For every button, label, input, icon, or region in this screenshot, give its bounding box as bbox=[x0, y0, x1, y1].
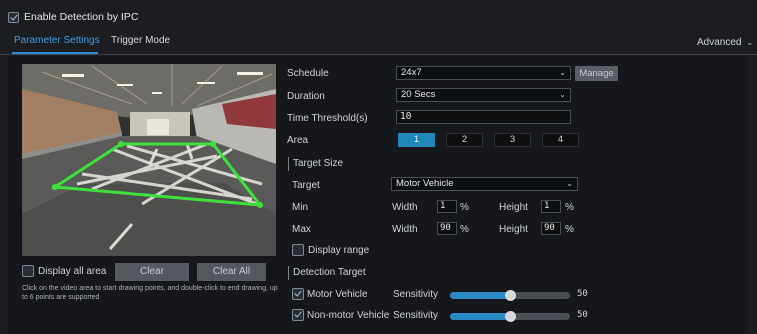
motor-vehicle-checkbox[interactable] bbox=[292, 288, 304, 300]
detection-target-title: Detection Target bbox=[288, 266, 366, 280]
display-range-row[interactable]: Display range bbox=[292, 244, 369, 256]
area-button-3[interactable]: 3 bbox=[494, 133, 531, 147]
schedule-select[interactable]: 24x7 ⌄ bbox=[396, 66, 571, 80]
target-label: Target bbox=[292, 180, 320, 191]
max-height-percent: % bbox=[565, 224, 574, 235]
schedule-label: Schedule bbox=[287, 68, 329, 79]
tab-trigger-mode[interactable]: Trigger Mode bbox=[111, 35, 170, 46]
motor-sensitivity-knob[interactable] bbox=[505, 290, 516, 301]
enable-detection-label: Enable Detection by IPC bbox=[24, 11, 139, 23]
clear-button[interactable]: Clear bbox=[115, 263, 189, 281]
manage-button[interactable]: Manage bbox=[575, 66, 618, 81]
parking-garage-scene bbox=[22, 64, 276, 256]
area-label: Area bbox=[287, 135, 309, 146]
target-size-title: Target Size bbox=[288, 157, 343, 171]
duration-label: Duration bbox=[287, 91, 325, 102]
motor-vehicle-row[interactable]: Motor Vehicle bbox=[292, 288, 368, 300]
non-motor-sensitivity-knob[interactable] bbox=[505, 311, 516, 322]
max-height-label: Height bbox=[499, 224, 528, 235]
min-height-input[interactable]: 1 bbox=[541, 200, 561, 213]
area-button-2[interactable]: 2 bbox=[446, 133, 483, 147]
duration-value: 20 Secs bbox=[401, 89, 436, 100]
video-preview[interactable] bbox=[22, 64, 276, 256]
duration-select[interactable]: 20 Secs ⌄ bbox=[396, 88, 571, 102]
display-range-label: Display range bbox=[308, 244, 370, 256]
motor-sensitivity-label: Sensitivity bbox=[393, 289, 439, 300]
tab-divider bbox=[0, 54, 757, 55]
chevron-down-icon[interactable]: ⌄ bbox=[746, 37, 754, 48]
non-motor-vehicle-checkbox[interactable] bbox=[292, 309, 304, 321]
enable-detection-checkbox[interactable] bbox=[8, 11, 19, 23]
target-select[interactable]: Motor Vehicle ⌄ bbox=[391, 177, 578, 191]
max-width-label: Width bbox=[392, 224, 418, 235]
area-button-1[interactable]: 1 bbox=[398, 133, 435, 147]
max-width-input[interactable]: 90 bbox=[437, 222, 457, 235]
min-width-percent: % bbox=[460, 202, 469, 213]
non-motor-sensitivity-label: Sensitivity bbox=[393, 310, 439, 321]
max-label: Max bbox=[292, 224, 311, 235]
non-motor-sensitivity-fill bbox=[450, 313, 510, 320]
display-range-checkbox[interactable] bbox=[292, 244, 304, 256]
drawing-hint: Click on the video area to start drawing… bbox=[22, 285, 278, 301]
min-width-label: Width bbox=[392, 202, 418, 213]
motor-vehicle-label: Motor Vehicle bbox=[307, 288, 368, 300]
chevron-down-icon: ⌄ bbox=[566, 179, 573, 188]
non-motor-sensitivity-slider[interactable] bbox=[450, 311, 570, 322]
chevron-down-icon: ⌄ bbox=[559, 68, 566, 77]
non-motor-vehicle-label: Non-motor Vehicle bbox=[307, 309, 390, 321]
time-threshold-input[interactable]: 10 bbox=[396, 110, 571, 124]
motor-sensitivity-fill bbox=[450, 292, 510, 299]
motor-sensitivity-value: 50 bbox=[577, 289, 588, 299]
min-width-input[interactable]: 1 bbox=[437, 200, 457, 213]
target-value: Motor Vehicle bbox=[396, 178, 454, 189]
enable-detection-row[interactable]: Enable Detection by IPC bbox=[8, 11, 138, 23]
advanced-dropdown[interactable]: Advanced bbox=[697, 37, 741, 48]
tab-parameter-settings[interactable]: Parameter Settings bbox=[14, 35, 100, 46]
min-height-label: Height bbox=[499, 202, 528, 213]
clear-all-button[interactable]: Clear All bbox=[197, 263, 266, 281]
chevron-down-icon: ⌄ bbox=[559, 90, 566, 99]
schedule-value: 24x7 bbox=[401, 67, 422, 78]
max-width-percent: % bbox=[460, 224, 469, 235]
max-height-input[interactable]: 90 bbox=[541, 222, 561, 235]
display-all-area-label: Display all area bbox=[38, 265, 107, 277]
display-all-area-checkbox[interactable] bbox=[22, 265, 34, 277]
top-bar bbox=[0, 0, 757, 58]
motor-sensitivity-slider[interactable] bbox=[450, 290, 570, 301]
time-threshold-label: Time Threshold(s) bbox=[287, 113, 368, 124]
non-motor-vehicle-row[interactable]: Non-motor Vehicle bbox=[292, 309, 389, 321]
display-all-area-row[interactable]: Display all area bbox=[22, 265, 106, 277]
min-label: Min bbox=[292, 202, 309, 213]
area-button-4[interactable]: 4 bbox=[542, 133, 579, 147]
non-motor-sensitivity-value: 50 bbox=[577, 310, 588, 320]
min-height-percent: % bbox=[565, 202, 574, 213]
